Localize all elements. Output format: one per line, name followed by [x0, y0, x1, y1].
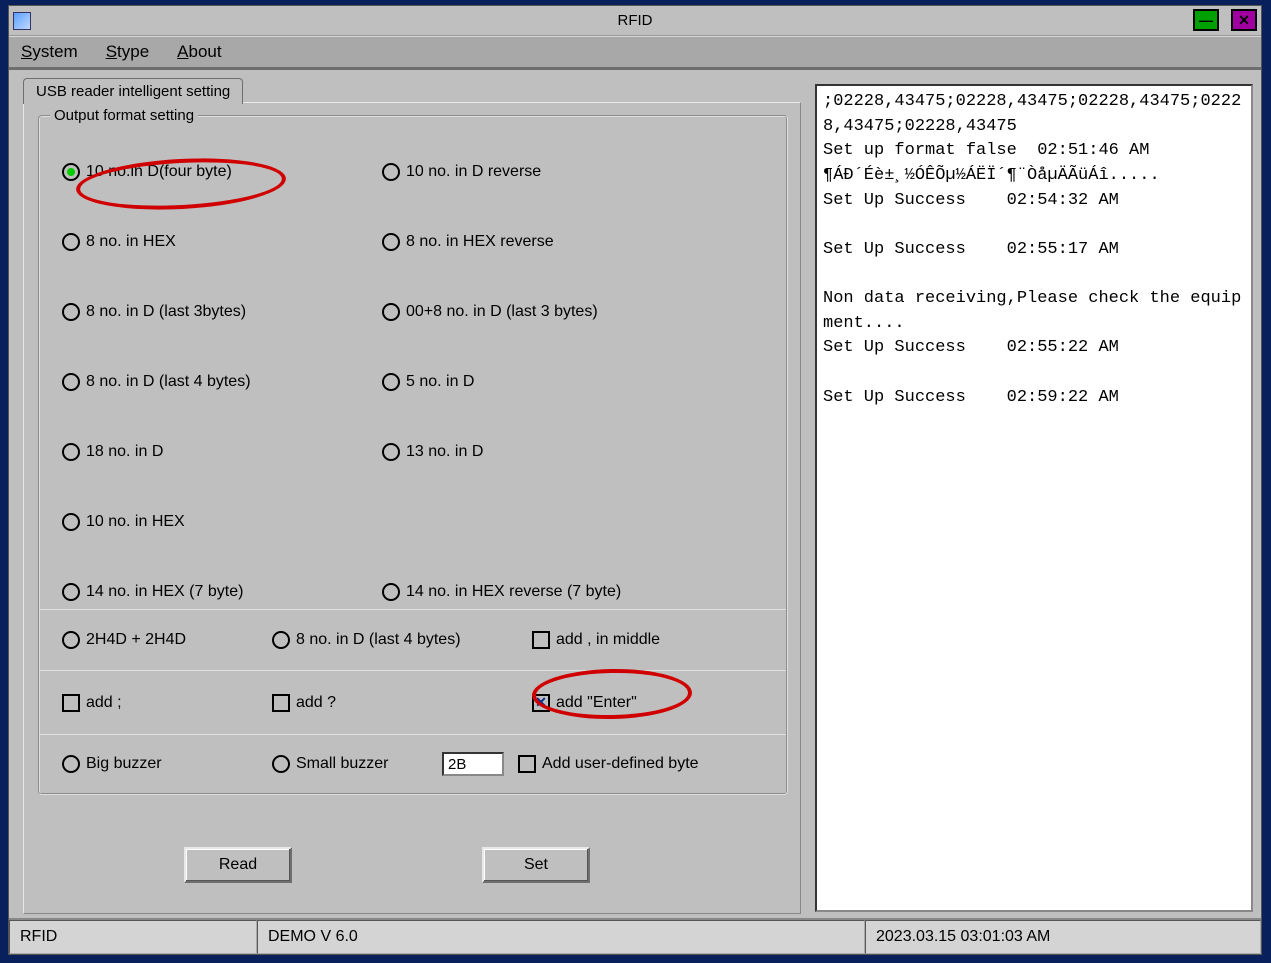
radio-10no-hex[interactable]: 10 no. in HEX [62, 487, 382, 557]
menu-system[interactable]: System [21, 42, 78, 62]
status-right: 2023.03.15 03:01:03 AM [865, 920, 1261, 954]
radio-8no-d-last3[interactable]: 8 no. in D (last 3bytes) [62, 277, 382, 347]
menubar: System Stype About [9, 36, 1261, 70]
check-add-comma[interactable]: add , in middle [532, 631, 660, 649]
user-byte-input[interactable] [442, 752, 504, 776]
radio-icon [62, 513, 80, 531]
radio-00-8no-d-last3[interactable]: 00+8 no. in D (last 3 bytes) [382, 277, 762, 347]
checkbox-icon [532, 694, 550, 712]
menu-stype[interactable]: Stype [106, 42, 149, 62]
radio-18no-d[interactable]: 18 no. in D [62, 417, 382, 487]
radio-big-buzzer[interactable]: Big buzzer [62, 755, 272, 773]
minimize-button[interactable]: — [1193, 9, 1219, 31]
app-icon [13, 12, 31, 30]
radio-icon [62, 233, 80, 251]
radio-8no-d-last4-b[interactable]: 8 no. in D (last 4 bytes) [272, 631, 532, 649]
radio-icon [62, 303, 80, 321]
radio-icon [382, 303, 400, 321]
checkbox-icon [272, 694, 290, 712]
radio-10no-d-reverse[interactable]: 10 no. in D reverse [382, 137, 762, 207]
radio-small-buzzer[interactable]: Small buzzer [272, 755, 442, 773]
radio-icon [382, 233, 400, 251]
radio-2h4d[interactable]: 2H4D + 2H4D [62, 631, 272, 649]
menu-about[interactable]: About [177, 42, 221, 62]
radio-icon [62, 443, 80, 461]
settings-panel: Output format setting 10 no.in D(four by… [23, 102, 801, 914]
checkbox-icon [62, 694, 80, 712]
radio-icon [382, 583, 400, 601]
radio-5no-d[interactable]: 5 no. in D [382, 347, 762, 417]
check-user-defined-byte[interactable]: Add user-defined byte [518, 755, 699, 773]
read-button[interactable]: Read [184, 847, 292, 883]
tab-usb-reader[interactable]: USB reader intelligent setting [23, 78, 243, 104]
group-title: Output format setting [50, 107, 198, 124]
check-add-question[interactable]: add ? [272, 694, 532, 712]
radio-8no-d-last4[interactable]: 8 no. in D (last 4 bytes) [62, 347, 382, 417]
radio-icon [382, 373, 400, 391]
close-button[interactable]: ✕ [1231, 9, 1257, 31]
radio-icon [382, 163, 400, 181]
status-left: RFID [9, 920, 257, 954]
checkbox-icon [532, 631, 550, 649]
radio-icon [62, 163, 80, 181]
check-add-enter[interactable]: add "Enter" [532, 694, 637, 712]
radio-8no-hex-reverse[interactable]: 8 no. in HEX reverse [382, 207, 762, 277]
client-area: USB reader intelligent setting Output fo… [9, 70, 1261, 918]
radio-13no-d[interactable]: 13 no. in D [382, 417, 762, 487]
radio-icon [62, 631, 80, 649]
status-mid: DEMO V 6.0 [257, 920, 865, 954]
radio-10no-d-4byte[interactable]: 10 no.in D(four byte) [62, 137, 382, 207]
titlebar: RFID — ✕ [9, 6, 1261, 36]
radio-icon [62, 583, 80, 601]
statusbar: RFID DEMO V 6.0 2023.03.15 03:01:03 AM [9, 918, 1261, 954]
radio-icon [382, 443, 400, 461]
output-format-group: Output format setting 10 no.in D(four by… [38, 115, 788, 795]
app-window: RFID — ✕ System Stype About USB reader i… [8, 5, 1262, 955]
radio-icon [272, 755, 290, 773]
window-title: RFID [618, 12, 653, 29]
checkbox-icon [518, 755, 536, 773]
radio-icon [272, 631, 290, 649]
radio-8no-hex[interactable]: 8 no. in HEX [62, 207, 382, 277]
set-button[interactable]: Set [482, 847, 590, 883]
radio-icon [62, 373, 80, 391]
log-output[interactable]: ;02228,43475;02228,43475;02228,43475;022… [815, 84, 1253, 912]
radio-icon [62, 755, 80, 773]
check-add-semicolon[interactable]: add ; [62, 694, 272, 712]
